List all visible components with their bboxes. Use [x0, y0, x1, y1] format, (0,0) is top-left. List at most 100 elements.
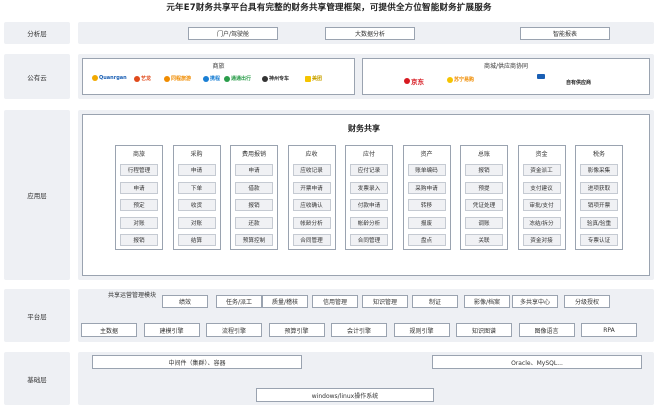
module-card: 应付 应付记录 发票录入 付款申请 帐龄分析 合同管理	[345, 145, 393, 250]
core-title: 财务共享	[348, 124, 380, 133]
module-item: 还款	[235, 216, 273, 229]
ops-item: 影像/档案	[464, 295, 510, 308]
layer-label-public-cloud: 公有云	[4, 54, 70, 99]
module-item: 支付建议	[522, 181, 561, 194]
module-item: 应付记录	[350, 164, 388, 176]
module-item: 转移	[407, 199, 446, 211]
logo-tongtong: 通通出行	[224, 75, 251, 82]
os-box: windows/linux操作系统	[256, 388, 434, 402]
analysis-item-portal: 门户/驾驶舱	[188, 27, 278, 40]
car-icon	[262, 75, 268, 82]
analysis-item-report: 智能报表	[520, 27, 610, 40]
layer-label-application: 应用层	[4, 110, 70, 280]
layer-label-platform: 平台层	[4, 289, 70, 342]
engine-item: 预算引擎	[268, 323, 325, 337]
module-title: 商旅	[132, 151, 145, 158]
module-item: 采购申请	[407, 181, 446, 194]
ops-module-label: 共享运营管理模块	[108, 292, 157, 299]
truck-icon	[537, 74, 545, 79]
module-item: 调账	[465, 216, 503, 229]
page-title: 元年E7财务共享平台具有完整的财务共享管理框架，可提供全方位智能财务扩展服务	[166, 3, 492, 13]
logo-own-supplier	[537, 74, 546, 79]
module-card: 应收应收记录开票申请应收确认帐龄分析合同管理	[287, 145, 336, 250]
module-item: 借款	[235, 181, 273, 194]
ops-item: 信用管理	[312, 295, 358, 308]
module-item: 报废	[407, 216, 446, 229]
module-card: 费用报销 申请 借款 报销 还款 预算控制	[230, 145, 278, 250]
logo-text: 艺龙	[141, 76, 152, 82]
analysis-item-bigdata: 大数据分析	[325, 27, 415, 40]
module-item: 关联	[465, 234, 503, 246]
logo-text: 京东	[411, 78, 424, 86]
module-item: 应收确认	[292, 199, 331, 211]
database-box: Oracle、MySQL...	[432, 355, 642, 369]
module-item: 凭证处理	[465, 199, 503, 211]
module-item: 影像采集	[580, 164, 618, 176]
globe-icon	[92, 75, 98, 81]
module-card: 采购 申请 下单 收货 对账 结算	[172, 145, 221, 250]
plane-icon	[134, 75, 140, 82]
module-item: 发票录入	[350, 181, 388, 194]
travel-title: 商旅	[212, 63, 225, 70]
module-item: 报销	[120, 234, 158, 246]
box-icon	[305, 75, 311, 82]
module-item: 报销	[235, 199, 273, 211]
logo-text: 美团	[312, 76, 323, 82]
module-card: 资产 账单编码 采购申请 转移 报废 盘点	[402, 145, 451, 250]
module-title: 总账	[477, 151, 490, 158]
ops-item: 质量/稽核	[262, 295, 308, 308]
module-item: 合同管理	[292, 234, 331, 246]
logo-ctrip: 携程	[203, 75, 220, 82]
module-card: 总账报销预提凭证处理调账关联	[460, 145, 508, 250]
module-title: 费用报销	[241, 151, 266, 158]
module-item: 进项获取	[580, 181, 618, 194]
engine-item: 主数据	[81, 323, 137, 337]
module-item: 验真/验重	[580, 216, 618, 229]
module-title: 应付	[362, 151, 375, 158]
module-item: 专票认证	[580, 234, 618, 246]
leaf-icon	[224, 75, 230, 82]
module-item: 对账	[177, 216, 216, 229]
module-item: 收货	[177, 199, 216, 211]
logo-meituan: 美团	[305, 75, 322, 82]
ops-item: 分级授权	[564, 295, 610, 308]
lion-icon	[447, 76, 453, 83]
module-item: 帐龄分析	[292, 216, 331, 229]
module-card: 税务影像采集进项获取销项开票验真/验重专票认证	[575, 145, 623, 250]
logo-suning: 苏宁易购	[447, 76, 474, 83]
engine-item: 会计引擎	[331, 323, 387, 337]
ops-item: 知识管理	[362, 295, 408, 308]
layer-label-analysis: 分析层	[4, 22, 70, 44]
module-item: 账单编码	[407, 164, 446, 176]
module-item: 应收记录	[292, 164, 331, 176]
module-title: 采购	[190, 151, 203, 158]
module-item: 资金派工	[522, 164, 561, 176]
ops-item: 多共享中心	[512, 295, 558, 308]
own-supplier-label: 自有供应商	[566, 80, 592, 86]
module-item: 报销	[465, 164, 503, 176]
module-card: 资金 资金派工 支付建议 审批/支付 冻结/拆分 资金对接	[517, 145, 566, 250]
module-item: 下单	[177, 181, 216, 194]
module-item: 预定	[120, 199, 158, 211]
logo-text: 通通出行	[231, 76, 252, 82]
module-title: 税务	[592, 151, 605, 158]
swirl-icon	[203, 75, 209, 82]
logo-jd: 京东	[404, 76, 424, 86]
mall-title: 商城/供应商协同	[483, 63, 529, 70]
logo-text: 同程旅游	[171, 76, 192, 82]
module-item: 预提	[465, 181, 503, 194]
logo-elong: 艺龙	[134, 75, 151, 82]
middleware-box: 中间件（集群）、容器	[92, 355, 302, 369]
ops-item: 绩效	[162, 295, 208, 308]
module-item: 申请	[120, 181, 158, 194]
logo-quanrgan: Quanrgan	[92, 75, 127, 81]
engine-item: 流程引擎	[206, 323, 262, 337]
logo-shenzhou: 神州专车	[262, 75, 289, 82]
module-title: 应收	[305, 151, 318, 158]
module-item: 付款申请	[350, 199, 388, 211]
engine-item: RPA	[581, 323, 637, 337]
module-item: 帐龄分析	[350, 216, 388, 229]
module-item: 销项开票	[580, 199, 618, 211]
module-item: 开票申请	[292, 181, 331, 194]
module-card: 商旅 行程管理 申请 预定 对账 报销	[115, 145, 163, 250]
